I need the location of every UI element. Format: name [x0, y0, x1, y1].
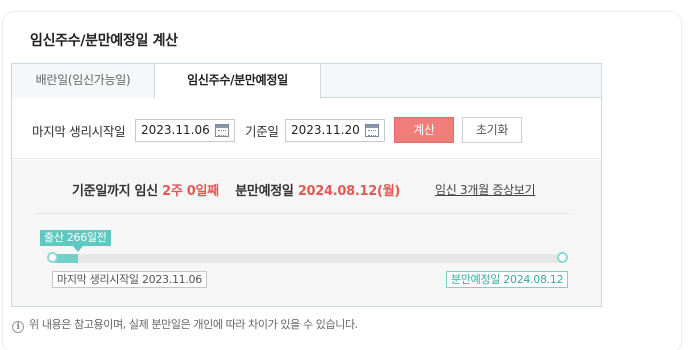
calendar-icon[interactable] — [215, 124, 229, 137]
symptom-link[interactable]: 임신 3개월 증상보기 — [435, 181, 536, 198]
timeline-end-label: 분만예정일 2024.08.12 — [446, 271, 569, 288]
progress-track — [52, 254, 564, 263]
start-date-value: 2023.11.06 — [141, 123, 210, 137]
result-area: 기준일까지 임신 2주 0일째 분만예정일 2024.08.12(월) 임신 3… — [12, 160, 601, 306]
tab-pregnancy-weeks[interactable]: 임신주수/분만예정일 — [155, 64, 321, 99]
info-icon: i — [12, 321, 24, 333]
calculate-button[interactable]: 계산 — [394, 117, 454, 143]
pregnancy-weeks: 2주 0일째 — [162, 184, 219, 199]
notice-text: 위 내용은 참고용이며, 실제 분만일은 개인에 따라 차이가 있을 수 있습니… — [29, 318, 358, 331]
divider — [36, 213, 570, 214]
start-date-label: 마지막 생리시작일 — [32, 124, 126, 139]
timeline-start-dot — [47, 252, 58, 263]
page-title: 임신주수/분만예정일 계산 — [30, 33, 178, 49]
base-date-field[interactable]: 2023.11.20 — [285, 119, 385, 142]
result-summary: 기준일까지 임신 2주 0일째 분만예정일 2024.08.12(월) — [72, 180, 400, 199]
base-date-label: 기준일 — [245, 124, 279, 139]
calculator-panel: 배란일(임신가능일) 임신주수/분만예정일 마지막 생리시작일 2023.11.… — [11, 63, 602, 307]
date-form: 마지막 생리시작일 2023.11.06 기준일 2023.11.20 계산 초… — [12, 99, 601, 159]
timeline-end-dot — [557, 252, 568, 263]
progress-pointer — [73, 246, 83, 252]
result-prefix: 기준일까지 임신 — [72, 184, 158, 199]
tab-ovulation[interactable]: 배란일(임신가능일) — [12, 64, 155, 98]
calendar-icon[interactable] — [365, 124, 379, 137]
notice: i 위 내용은 참고용이며, 실제 분만일은 개인에 따라 차이가 있을 수 있습… — [12, 316, 358, 333]
days-remaining-badge: 출산 266일전 — [40, 230, 111, 246]
base-date-value: 2023.11.20 — [291, 123, 360, 137]
due-date-value: 2024.08.12(월) — [297, 184, 400, 199]
start-date-field[interactable]: 2023.11.06 — [135, 119, 235, 142]
tab-bar: 배란일(임신가능일) 임신주수/분만예정일 — [12, 64, 601, 99]
due-date-label: 분만예정일 — [235, 184, 294, 199]
reset-button[interactable]: 초기화 — [462, 117, 522, 143]
timeline-start-label: 마지막 생리시작일 2023.11.06 — [52, 271, 207, 288]
